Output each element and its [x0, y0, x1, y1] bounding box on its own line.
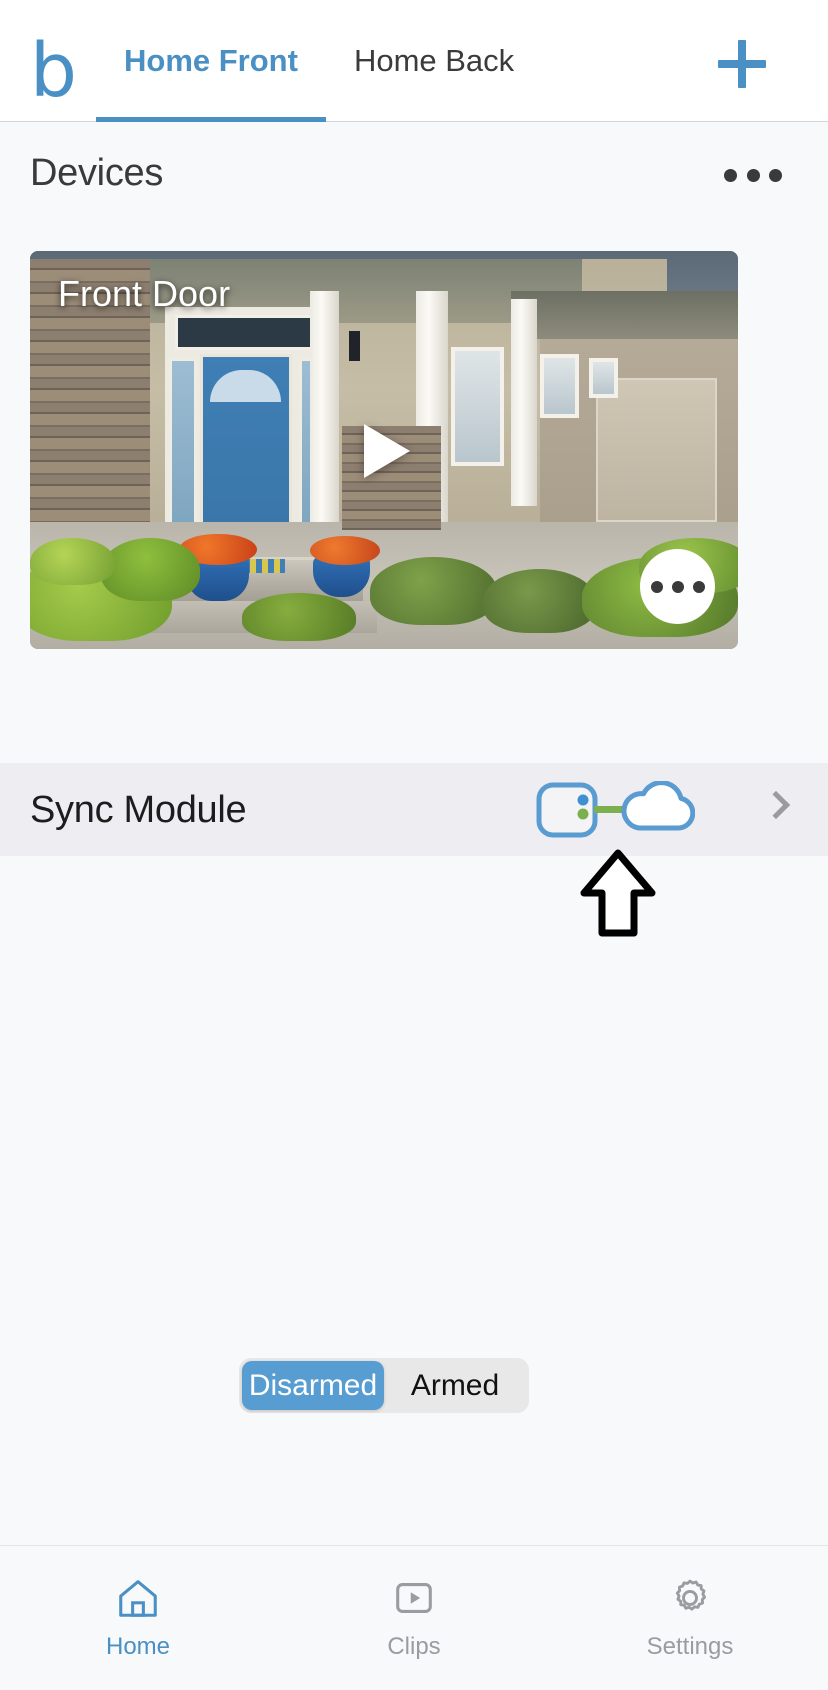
tab-home-front[interactable]: Home Front — [96, 0, 326, 122]
sync-module-label: Sync Module — [30, 789, 247, 831]
nav-item-clips-label: Clips — [387, 1633, 441, 1660]
toggle-option-disarmed-label: Disarmed — [248, 1368, 378, 1402]
sync-module-cloud-connected-icon — [535, 780, 696, 839]
toggle-option-armed[interactable]: Armed — [384, 1361, 526, 1410]
more-horizontal-icon[interactable] — [724, 168, 782, 182]
chevron-right-icon[interactable] — [761, 790, 791, 820]
toggle-option-armed-label: Armed — [410, 1368, 500, 1402]
devices-section-header: Devices — [0, 122, 828, 240]
toggle-option-disarmed[interactable]: Disarmed — [242, 1361, 384, 1410]
clips-play-icon — [396, 1583, 432, 1613]
nav-item-home[interactable]: Home — [0, 1546, 276, 1690]
top-bar: b Home Front Home Back — [0, 0, 828, 122]
tab-home-back[interactable]: Home Back — [326, 0, 542, 122]
up-arrow-annotation-icon — [578, 849, 658, 942]
network-tabs: Home Front Home Back — [96, 0, 542, 122]
camera-more-options-button[interactable] — [640, 549, 715, 624]
blink-logo: b — [30, 28, 77, 114]
app-screen: b Home Front Home Back Devices Front Doo… — [0, 0, 828, 1690]
tab-home-back-label: Home Back — [353, 43, 515, 78]
camera-name-label: Front Door — [58, 273, 231, 314]
home-icon — [119, 1580, 157, 1617]
nav-item-clips[interactable]: Clips — [276, 1546, 552, 1690]
nav-item-home-label: Home — [105, 1633, 171, 1660]
play-icon[interactable] — [364, 424, 410, 478]
bottom-navigation-bar: Home Clips Settings — [0, 1545, 828, 1690]
tab-home-front-label: Home Front — [124, 43, 298, 78]
gear-icon — [675, 1579, 707, 1611]
arm-disarm-toggle[interactable]: Disarmed Armed — [239, 1358, 529, 1413]
page-title: Devices — [30, 152, 164, 194]
plus-icon[interactable] — [718, 40, 766, 88]
nav-item-settings[interactable]: Settings — [552, 1546, 828, 1690]
sync-module-row[interactable]: Sync Module — [0, 763, 828, 856]
nav-item-settings-label: Settings — [646, 1633, 734, 1660]
